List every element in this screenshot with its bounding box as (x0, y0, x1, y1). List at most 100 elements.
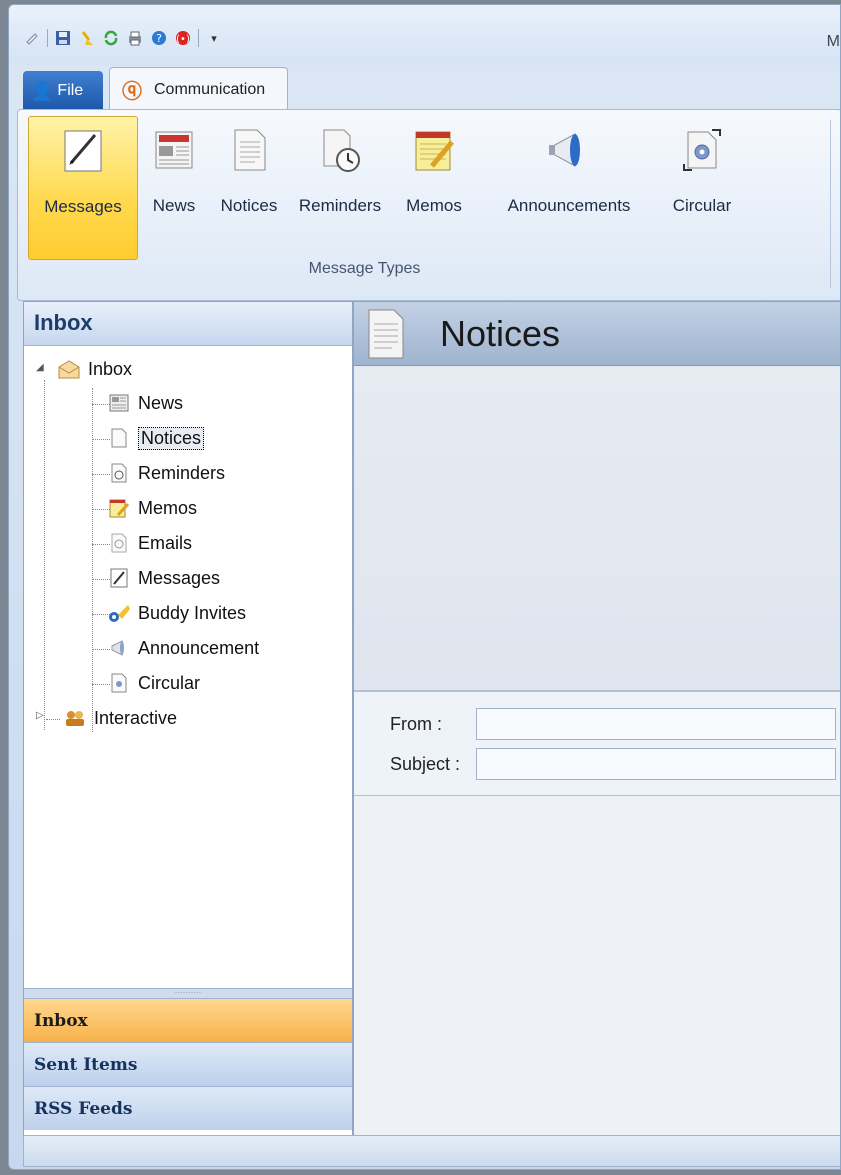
newspaper-icon (150, 126, 198, 174)
save-icon[interactable] (54, 29, 72, 47)
ribbon-separator (830, 120, 831, 288)
circular-label: Circular (672, 196, 732, 215)
notices-label: Notices (220, 196, 278, 215)
subject-label: Subject : (390, 753, 461, 774)
inbox-folder-icon (58, 358, 80, 380)
tree-line (44, 380, 45, 730)
megaphone-icon (108, 637, 130, 659)
subject-row: Subject : (354, 744, 840, 784)
page-title: Notices (440, 312, 561, 354)
ribbon-buttons: Messages News Notices Reminders Memos An… (28, 116, 742, 260)
broom-icon[interactable] (78, 29, 96, 47)
notepad-pencil-icon (108, 497, 130, 519)
app-icon[interactable] (23, 29, 41, 47)
people-icon (64, 707, 86, 729)
circular-gear-icon (108, 672, 130, 694)
pane-splitter[interactable]: ·········· (24, 988, 352, 998)
announcements-label: Announcements (507, 196, 631, 215)
expand-arrow-icon[interactable]: ▷ (36, 710, 44, 721)
clock-document-icon (108, 462, 130, 484)
ribbon: Messages News Notices Reminders Memos An… (17, 109, 840, 301)
tree-item-messages[interactable]: Messages (108, 563, 220, 593)
nav-button-sent-items[interactable]: Sent Items (24, 1042, 352, 1086)
tree-label: News (138, 392, 184, 413)
help-icon[interactable]: ? (150, 29, 168, 47)
email-icon (108, 532, 130, 554)
tree-label: Announcement (138, 637, 260, 658)
tab-file-label: File (57, 82, 84, 99)
notices-button[interactable]: Notices (210, 116, 288, 260)
announcements-button[interactable]: Announcements (476, 116, 662, 260)
tree-item-circular[interactable]: Circular (108, 668, 200, 698)
tree-item-buddy-invites[interactable]: Buddy Invites (108, 598, 246, 628)
tree-item-inbox[interactable]: Inbox (58, 354, 132, 384)
tree-item-interactive[interactable]: Interactive (64, 703, 177, 733)
app-window: ? (•) ▾ M 👤 File ⓠ Communication Message… (8, 4, 841, 1170)
ribbon-tabs: 👤 File ⓠ Communication (23, 67, 289, 111)
folder-tree: ◢ Inbox News Notices Reminders Memos Ema… (24, 346, 352, 988)
tree-item-announcement[interactable]: Announcement (108, 633, 259, 663)
ribbon-group-label: Message Types (308, 260, 421, 277)
newspaper-icon (108, 392, 130, 414)
circular-gear-icon (678, 126, 726, 174)
message-body[interactable] (354, 796, 840, 1140)
navigation-pane: Inbox ◢ Inbox News Notices Reminders Mem… (23, 301, 353, 1139)
customize-arrow-icon[interactable]: ▾ (205, 29, 223, 47)
window-title: M (826, 33, 840, 50)
print-icon[interactable] (126, 29, 144, 47)
messages-label: Messages (44, 197, 122, 216)
news-label: News (152, 196, 196, 215)
quick-access-toolbar: ? (•) ▾ (23, 29, 223, 47)
circular-button[interactable]: Circular (662, 116, 742, 260)
tree-label: Emails (138, 532, 193, 553)
tab-file[interactable]: 👤 File (23, 71, 103, 111)
from-row: From : (354, 704, 840, 744)
content-pane: Notices From : Subject : (353, 301, 840, 1140)
stop-icon[interactable]: (•) (174, 29, 192, 47)
memos-button[interactable]: Memos (392, 116, 476, 260)
message-details: From : Subject : (354, 692, 840, 796)
from-label: From : (390, 713, 442, 734)
nav-button-inbox[interactable]: Inbox (24, 998, 352, 1042)
nav-header: Inbox (24, 302, 352, 346)
tree-label: Notices (138, 426, 205, 450)
tab-communication-label: Communication (154, 80, 266, 98)
document-icon (366, 308, 406, 360)
reminders-button[interactable]: Reminders (288, 116, 392, 260)
tree-label: Messages (138, 567, 221, 588)
refresh-icon[interactable] (102, 29, 120, 47)
clock-document-icon (316, 126, 364, 174)
nav-button-rss-feeds[interactable]: RSS Feeds (24, 1086, 352, 1130)
svg-text:?: ? (156, 32, 162, 45)
from-field[interactable] (476, 708, 836, 740)
user-icon: 👤 (31, 80, 54, 101)
content-header: Notices (354, 302, 840, 366)
tree-label: Interactive (94, 707, 178, 728)
tree-item-memos[interactable]: Memos (108, 493, 197, 523)
document-icon (108, 427, 130, 449)
messages-button[interactable]: Messages (28, 116, 138, 260)
tree-branch (46, 719, 60, 720)
memos-label: Memos (406, 196, 462, 215)
collapse-arrow-icon[interactable]: ◢ (36, 362, 44, 373)
tree-label: Buddy Invites (138, 602, 247, 623)
tree-item-news[interactable]: News (108, 388, 183, 418)
tree-item-emails[interactable]: Emails (108, 528, 192, 558)
tree-label: Circular (138, 672, 201, 693)
tree-item-reminders[interactable]: Reminders (108, 458, 225, 488)
qat-separator (198, 29, 199, 47)
tab-communication[interactable]: ⓠ Communication (109, 67, 289, 111)
qat-separator (47, 29, 48, 47)
status-bar (23, 1135, 840, 1167)
document-icon (225, 126, 273, 174)
news-button[interactable]: News (138, 116, 210, 260)
tree-item-notices[interactable]: Notices (108, 423, 205, 453)
message-list[interactable] (354, 366, 840, 692)
notepad-pencil-icon (410, 126, 458, 174)
subject-field[interactable] (476, 748, 836, 780)
title-bar: ? (•) ▾ M (9, 5, 840, 65)
megaphone-icon (545, 126, 593, 174)
tree-label: Inbox (88, 358, 133, 379)
communication-icon: ⓠ (122, 81, 142, 103)
pen-paper-icon (108, 567, 130, 589)
